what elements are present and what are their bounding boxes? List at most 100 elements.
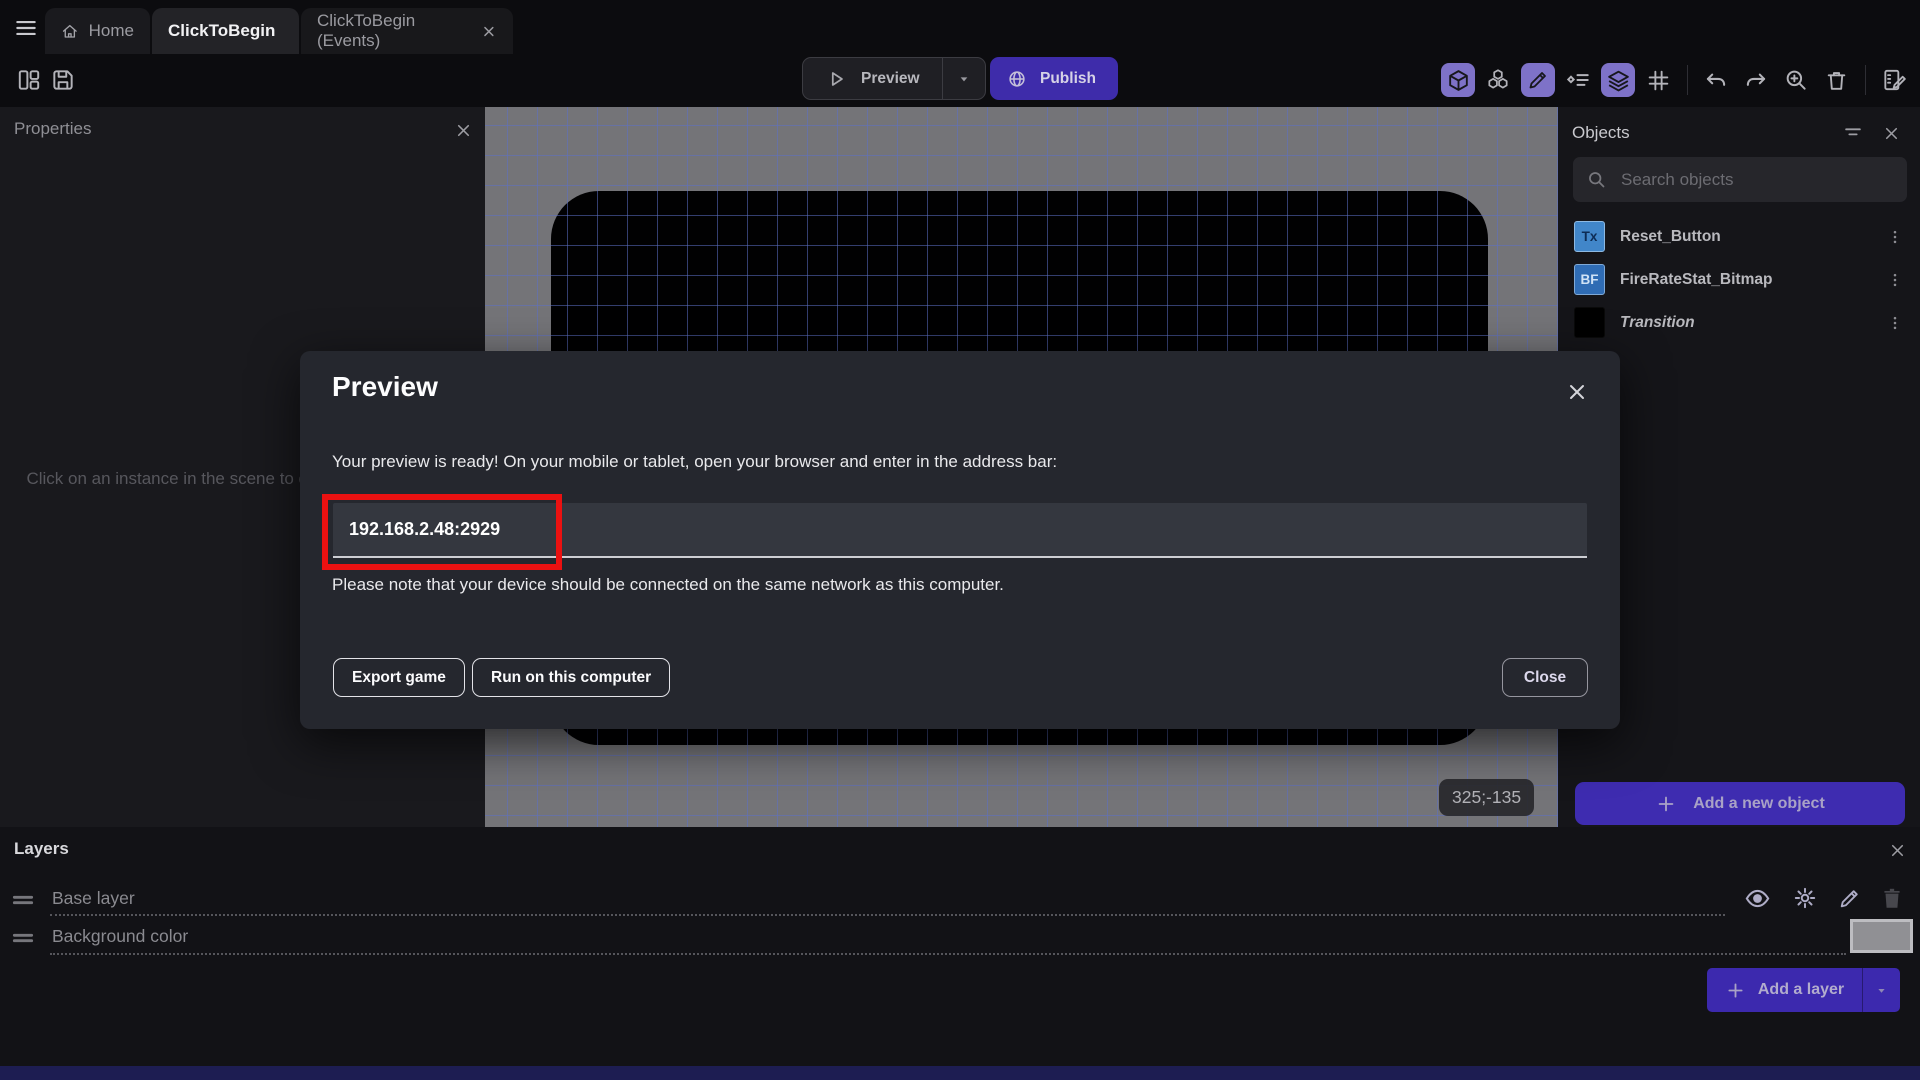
close-button[interactable]: Close — [1502, 658, 1588, 697]
objects-search-input[interactable] — [1619, 168, 1894, 191]
drag-handle-icon[interactable] — [10, 887, 36, 913]
save-button[interactable] — [46, 63, 80, 97]
layers-panel: Layers Base layer Background color Add a… — [0, 827, 1920, 1080]
project-manager-button[interactable] — [12, 63, 46, 97]
layer-row-divider — [50, 953, 1846, 955]
scene-edit-icon — [1884, 69, 1906, 91]
layer-delete-button[interactable] — [1877, 883, 1907, 913]
add-layer-button[interactable]: Add a layer — [1707, 968, 1862, 1012]
objects-search-box — [1573, 157, 1907, 202]
cursor-coordinates-badge: 325;-135 — [1439, 779, 1535, 816]
filter-objects-button[interactable] — [1838, 118, 1868, 148]
export-game-button[interactable]: Export game — [333, 658, 465, 697]
pencil-icon — [1529, 72, 1546, 89]
preview-dialog: Preview Your preview is ready! On your m… — [300, 351, 1620, 729]
object-name: FireRateStat_Bitmap — [1620, 270, 1773, 288]
instances-list-button[interactable] — [1481, 63, 1515, 97]
close-dialog-button[interactable] — [1562, 377, 1592, 407]
effects-icon — [1794, 887, 1816, 909]
drag-handle-icon[interactable] — [10, 925, 36, 951]
edit-scene-events-button[interactable] — [1877, 63, 1911, 97]
close-properties-button[interactable] — [450, 117, 476, 143]
publish-button-label: Publish — [1040, 69, 1096, 87]
background-color-swatch[interactable] — [1850, 919, 1913, 953]
toolbar-divider — [1865, 65, 1866, 95]
tab-events-clicktobegin[interactable]: ClickToBegin (Events) — [301, 8, 513, 54]
zoom-in-icon — [1786, 70, 1806, 90]
add-layer-button-group: Add a layer — [1707, 968, 1900, 1012]
close-icon — [1891, 844, 1903, 856]
preview-ready-message: Your preview is ready! On your mobile or… — [332, 452, 1058, 471]
publish-button[interactable]: Publish — [990, 57, 1118, 100]
layer-name-base[interactable]: Base layer — [52, 888, 135, 909]
close-layers-button[interactable] — [1884, 837, 1910, 863]
layers-panel-button[interactable] — [1601, 63, 1635, 97]
bitmap-font-object-icon: BF — [1574, 264, 1605, 295]
close-objects-button[interactable] — [1876, 118, 1906, 148]
dialog-title: Preview — [332, 371, 438, 402]
close-icon — [1570, 385, 1584, 399]
eye-icon — [1745, 889, 1769, 907]
object-row-reset-button[interactable]: Tx Reset_Button — [1558, 215, 1920, 258]
layer-effects-button[interactable] — [1790, 883, 1820, 913]
caret-down-icon — [960, 76, 967, 81]
search-icon — [1589, 172, 1605, 188]
instances-icon — [1488, 69, 1508, 89]
kebab-menu-icon[interactable] — [1886, 271, 1904, 289]
trash-icon — [1827, 71, 1845, 90]
tab-home[interactable]: Home — [45, 8, 150, 54]
scene-toolbar: Preview Publish — [0, 54, 1920, 107]
play-icon — [831, 71, 843, 86]
plus-icon — [1658, 796, 1674, 811]
preview-button[interactable]: Preview — [803, 58, 942, 99]
layer-name-background-color[interactable]: Background color — [52, 926, 188, 947]
gdevelop-window: Home ClickToBegin ClickToBegin (Events) — [0, 0, 1920, 1080]
preview-address-field[interactable]: 192.168.2.48:2929 — [333, 503, 1587, 558]
layer-edit-button[interactable] — [1834, 883, 1864, 913]
layer-visibility-button[interactable] — [1742, 883, 1772, 913]
hamburger-icon — [16, 20, 36, 36]
tab-label: ClickToBegin — [168, 21, 276, 40]
cube-3d-icon — [1448, 69, 1468, 91]
close-icon — [457, 124, 469, 136]
project-manager-icon — [18, 70, 40, 90]
preview-button-group: Preview — [802, 57, 986, 100]
toggle-3d-view-button[interactable] — [1441, 63, 1475, 97]
grid-toggle-button[interactable] — [1641, 63, 1675, 97]
preview-options-button[interactable] — [941, 58, 985, 99]
add-layer-options-button[interactable] — [1862, 968, 1900, 1012]
globe-icon — [1009, 70, 1025, 87]
kebab-menu-icon[interactable] — [1886, 314, 1904, 332]
main-menu-button[interactable] — [10, 12, 42, 44]
bottom-status-strip — [0, 1066, 1920, 1080]
undo-button[interactable] — [1699, 63, 1733, 97]
object-row-fireratestat-bitmap[interactable]: BF FireRateStat_Bitmap — [1558, 258, 1920, 301]
redo-button[interactable] — [1739, 63, 1773, 97]
object-name: Transition — [1620, 313, 1695, 331]
network-note: Please note that your device should be c… — [332, 575, 1004, 594]
edit-mode-button[interactable] — [1521, 63, 1555, 97]
pencil-icon — [1840, 889, 1858, 907]
tab-bar: Home ClickToBegin ClickToBegin (Events) — [0, 0, 1920, 54]
run-on-this-computer-button[interactable]: Run on this computer — [472, 658, 671, 697]
zoom-button[interactable] — [1779, 63, 1813, 97]
filter-icon — [1845, 128, 1861, 136]
kebab-menu-icon[interactable] — [1886, 228, 1904, 246]
layers-icon — [1607, 70, 1629, 91]
add-new-object-button[interactable]: Add a new object — [1575, 782, 1905, 825]
redo-icon — [1746, 73, 1766, 86]
plus-icon — [1728, 982, 1743, 998]
add-new-object-label: Add a new object — [1693, 794, 1825, 812]
trash-icon — [1884, 888, 1900, 908]
object-row-transition[interactable]: Transition — [1558, 301, 1920, 344]
delete-button[interactable] — [1819, 63, 1853, 97]
close-tab-icon[interactable] — [481, 23, 497, 40]
text-object-icon: Tx — [1574, 221, 1605, 252]
instance-properties-button[interactable] — [1561, 63, 1595, 97]
instance-list-icon — [1566, 74, 1589, 86]
properties-panel-title: Properties — [14, 119, 92, 138]
object-name: Reset_Button — [1620, 227, 1721, 245]
preview-button-label: Preview — [861, 69, 920, 87]
tab-scene-clicktobegin[interactable]: ClickToBegin — [152, 8, 299, 54]
sprite-object-icon — [1574, 307, 1605, 338]
